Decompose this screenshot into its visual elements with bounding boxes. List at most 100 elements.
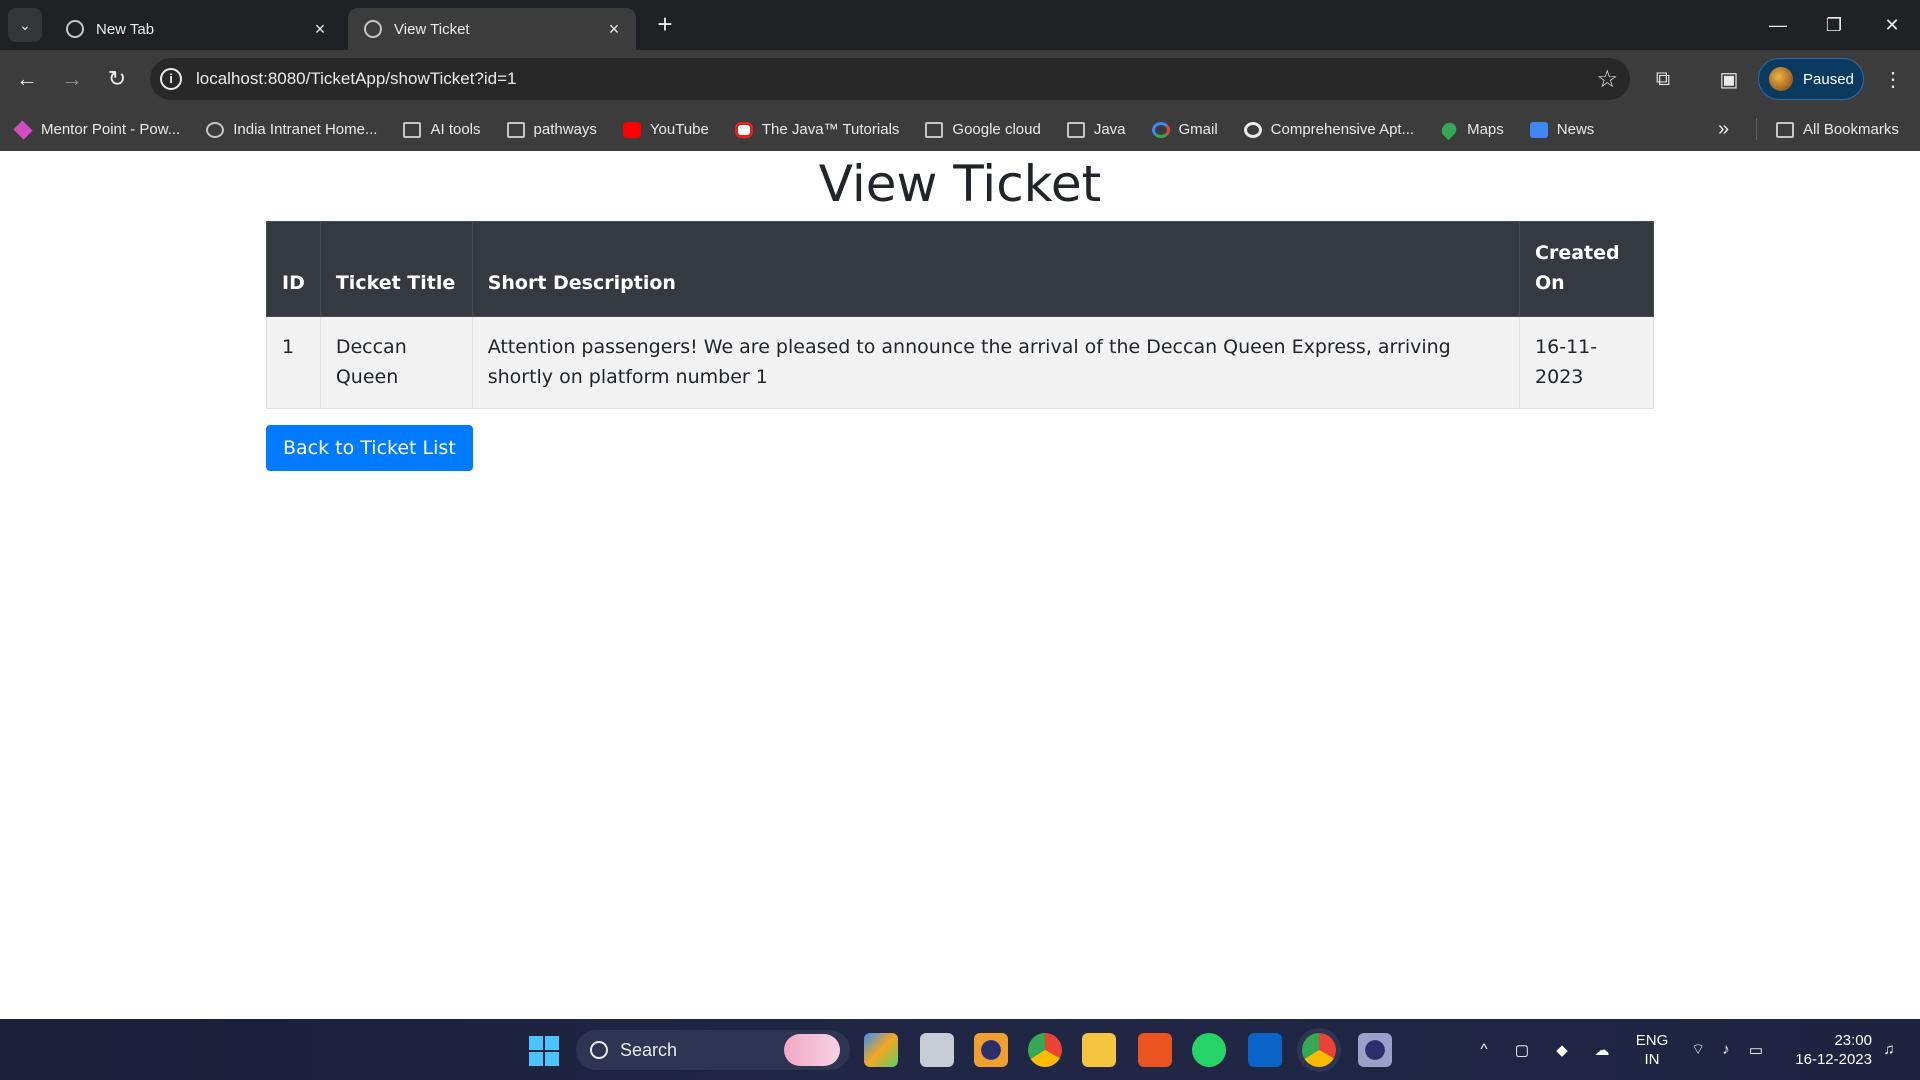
tab-close-icon[interactable]: ×: [310, 19, 330, 40]
back-to-ticket-list-button[interactable]: Back to Ticket List: [266, 425, 473, 471]
notifications-bell-icon[interactable]: ♫: [1874, 1019, 1904, 1080]
minimize-button[interactable]: —: [1750, 0, 1806, 50]
page-content: View Ticket ID Ticket Title Short Descri…: [0, 151, 1920, 1019]
cell-short-description: Attention passengers! We are pleased to …: [471, 316, 1521, 409]
eclipse-secondary-icon[interactable]: [1358, 1033, 1392, 1067]
cell-created-on: 16-11-2023: [1519, 316, 1654, 409]
language-indicator[interactable]: ENG IN: [1628, 1019, 1676, 1080]
bookmarks-divider: [1756, 118, 1757, 140]
volume-icon[interactable]: ♪: [1714, 1019, 1738, 1080]
folder-icon: [403, 121, 422, 138]
bookmark-label: pathways: [533, 121, 597, 138]
taskbar-search-label: Search: [620, 1039, 678, 1060]
chrome-icon: [66, 20, 84, 38]
bookmark-star-icon[interactable]: ☆: [1596, 65, 1618, 94]
wifi-icon[interactable]: ⌔: [1686, 1019, 1710, 1080]
language-line2: IN: [1644, 1050, 1660, 1068]
onedrive-cloud-icon[interactable]: ☁: [1590, 1019, 1614, 1080]
bookmark-label: Comprehensive Apt...: [1270, 121, 1415, 138]
tab-strip: ⌄ New Tab × View Ticket × + — ❐ ✕: [0, 0, 1920, 50]
bookmark-label: Gmail: [1178, 121, 1218, 138]
profile-button[interactable]: Paused: [1758, 58, 1864, 100]
tab-title: View Ticket: [394, 20, 470, 38]
ticket-table: ID Ticket Title Short Description Create…: [266, 221, 1654, 409]
oracle-icon: [734, 121, 753, 138]
bookmark-news[interactable]: News: [1529, 121, 1595, 138]
file-explorer-icon[interactable]: [1082, 1033, 1116, 1067]
table-row: 1 Deccan Queen Attention passengers! We …: [266, 316, 1654, 409]
windows-start-icon[interactable]: [529, 1036, 559, 1066]
battery-icon[interactable]: ▭: [1744, 1019, 1768, 1080]
bookmark-java[interactable]: Java: [1066, 121, 1126, 138]
all-bookmarks-label: All Bookmarks: [1803, 121, 1899, 138]
language-line1: ENG: [1635, 1031, 1669, 1049]
bookmark-india-intranet[interactable]: India Intranet Home...: [206, 121, 377, 138]
outlook-icon[interactable]: [1248, 1033, 1282, 1067]
bookmark-youtube[interactable]: YouTube: [622, 121, 709, 138]
menu-dots-icon[interactable]: ⋮: [1878, 64, 1908, 94]
bookmark-maps[interactable]: Maps: [1438, 119, 1504, 140]
g-icon: [1243, 121, 1262, 138]
ubuntu-icon[interactable]: [1138, 1033, 1172, 1067]
taskbar-search[interactable]: Search: [576, 1030, 850, 1070]
bookmark-label: AI tools: [430, 121, 481, 138]
tab-close-icon[interactable]: ×: [604, 19, 624, 40]
site-info-icon[interactable]: i: [160, 68, 182, 90]
table-header-row: ID Ticket Title Short Description Create…: [266, 221, 1654, 317]
copilot-icon[interactable]: [864, 1033, 898, 1067]
restore-button[interactable]: ❐: [1806, 0, 1862, 50]
tab-search-button[interactable]: ⌄: [8, 8, 42, 42]
google-icon: [1151, 121, 1170, 138]
bookmark-java-tutorials[interactable]: The Java™ Tutorials: [734, 121, 900, 138]
address-bar[interactable]: i localhost:8080/TicketApp/showTicket?id…: [150, 58, 1630, 100]
search-icon: [590, 1041, 608, 1059]
column-header-ticket-title: Ticket Title: [319, 221, 473, 317]
bookmark-label: News: [1556, 121, 1595, 138]
side-panel-icon[interactable]: ▣: [1714, 64, 1744, 94]
all-bookmarks-button[interactable]: All Bookmarks: [1776, 108, 1899, 151]
search-highlight-image: [784, 1034, 840, 1066]
task-view-icon[interactable]: [920, 1033, 954, 1067]
bookmark-comprehensive-apt[interactable]: Comprehensive Apt...: [1243, 121, 1415, 138]
bookmark-ai-tools[interactable]: AI tools: [403, 121, 481, 138]
security-shield-icon[interactable]: ◆: [1550, 1019, 1574, 1080]
bookmark-pathways[interactable]: pathways: [506, 121, 597, 138]
bookmark-gmail[interactable]: Gmail: [1151, 121, 1218, 138]
column-header-created-on: Created On: [1519, 221, 1654, 317]
tab-new-tab[interactable]: New Tab ×: [50, 8, 342, 50]
chrome-icon[interactable]: [1028, 1033, 1062, 1067]
whatsapp-icon[interactable]: [1192, 1033, 1226, 1067]
forward-arrow-icon[interactable]: →: [55, 62, 89, 96]
bookmark-label: India Intranet Home...: [233, 121, 378, 138]
bookmark-google-cloud[interactable]: Google cloud: [925, 121, 1041, 138]
folder-icon: [1776, 121, 1794, 138]
bookmark-mentor-point[interactable]: Mentor Point - Pow...: [13, 119, 181, 140]
sticky-notes-icon[interactable]: ▢: [1510, 1019, 1534, 1080]
tab-view-ticket[interactable]: View Ticket ×: [348, 8, 636, 50]
clock-date: 16-12-2023: [1795, 1051, 1872, 1068]
clock-time: 23:00: [1834, 1032, 1872, 1049]
chevron-up-icon[interactable]: ^: [1472, 1019, 1496, 1080]
bookmarks-overflow-button[interactable]: »: [1718, 108, 1729, 151]
bookmark-label: Mentor Point - Pow...: [41, 121, 181, 138]
taskbar-clock[interactable]: 23:00 16-12-2023: [1782, 1031, 1872, 1069]
browser-toolbar: ← → ↻ i localhost:8080/TicketApp/showTic…: [0, 50, 1920, 108]
url-text[interactable]: localhost:8080/TicketApp/showTicket?id=1: [196, 69, 517, 89]
page-title: View Ticket: [818, 155, 1102, 213]
youtube-icon: [622, 121, 641, 138]
eclipse-icon[interactable]: [974, 1033, 1008, 1067]
bookmark-label: The Java™ Tutorials: [761, 121, 900, 138]
column-header-short-description: Short Description: [471, 221, 1521, 317]
reload-icon[interactable]: ↻: [100, 62, 134, 96]
chrome-active-icon[interactable]: [1302, 1033, 1336, 1067]
globe-icon: [364, 20, 382, 38]
new-tab-button[interactable]: +: [650, 10, 680, 40]
folder-icon: [506, 121, 525, 138]
extensions-icon[interactable]: ⧉: [1648, 64, 1678, 94]
maps-icon: [1438, 119, 1460, 140]
folder-icon: [925, 121, 944, 138]
close-window-button[interactable]: ✕: [1864, 0, 1920, 50]
folder-icon: [1066, 121, 1085, 138]
bookmark-label: YouTube: [649, 121, 709, 138]
back-arrow-icon[interactable]: ←: [10, 62, 44, 96]
